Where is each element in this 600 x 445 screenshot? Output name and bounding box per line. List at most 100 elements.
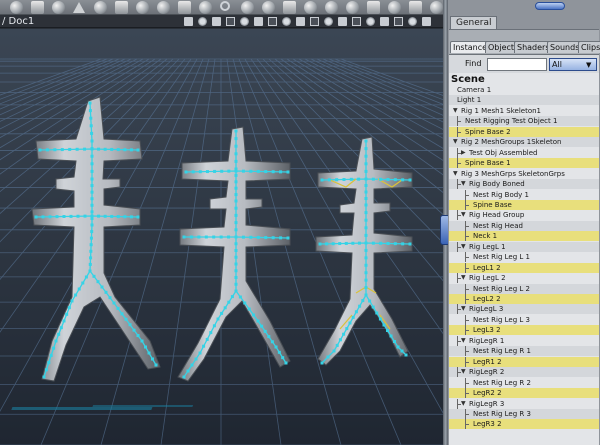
text-icon[interactable] — [136, 1, 149, 14]
tree-row-selected[interactable]: Neck 1 — [449, 231, 599, 242]
view-zoom-icon[interactable] — [310, 17, 319, 26]
tree-row[interactable]: Nest Rig Leg L 1 — [449, 252, 599, 263]
tree-row[interactable]: Nest Rig Leg R 3 — [449, 408, 599, 419]
gear-icon[interactable] — [220, 1, 230, 11]
view-grid-icon[interactable] — [352, 17, 361, 26]
tree-row-selected[interactable]: Spine Base 1 — [449, 158, 599, 169]
sphere-small-icon[interactable] — [262, 1, 275, 14]
skeleton-joint — [38, 148, 42, 152]
torus-icon[interactable] — [199, 1, 212, 14]
tree-row-selected[interactable]: LegR2 2 — [449, 388, 599, 399]
view-shading-icon[interactable] — [338, 17, 347, 26]
tree-row[interactable]: ▼ Rig LegL 1 — [449, 241, 599, 252]
cylinder-icon[interactable] — [178, 1, 191, 14]
view-sphere-icon[interactable] — [240, 17, 249, 26]
view-box-icon[interactable] — [226, 17, 235, 26]
tree-row[interactable]: Light 1 — [449, 95, 599, 106]
tree-row-selected[interactable]: LegR3 2 — [449, 419, 599, 430]
view-camera-icon[interactable] — [184, 17, 193, 26]
skeleton-joint — [205, 170, 209, 174]
expand-toggle-icon[interactable]: ▼ — [453, 169, 458, 179]
tree-row[interactable]: ▼ RigLegR 1 — [449, 335, 599, 346]
tree-row[interactable]: ▼ Rig 2 MeshGroups 1Skeleton — [449, 137, 599, 148]
scene-tree[interactable]: Scene Camera 1 Light 1 ▼ Rig 1 Mesh1 Skelet… — [449, 73, 599, 445]
tree-row-selected[interactable]: LegL2 2 — [449, 294, 599, 304]
view-preview-icon[interactable] — [408, 17, 417, 26]
tree-row[interactable]: ▼ Rig Head Group — [449, 210, 599, 221]
expand-toggle-icon[interactable]: ▼ — [461, 367, 466, 377]
expand-toggle-icon[interactable]: ▼ — [461, 273, 466, 283]
tree-row[interactable]: Nest Rig Leg L 2 — [449, 283, 599, 294]
rig-figure-2[interactable] — [177, 126, 291, 382]
tree-row[interactable]: Camera 1 — [449, 85, 599, 95]
rig-figure-3[interactable] — [315, 136, 413, 366]
expand-toggle-icon[interactable]: ▼ — [461, 210, 466, 220]
dish-icon[interactable] — [304, 1, 317, 14]
view-mode-icon[interactable] — [212, 17, 221, 26]
viewport-canvas[interactable] — [0, 29, 443, 445]
figure-icon[interactable] — [52, 1, 65, 14]
skeleton-joint — [338, 242, 342, 246]
find-input[interactable] — [487, 58, 547, 71]
tree-row-selected[interactable]: Spine Base — [449, 199, 599, 210]
tree-row[interactable]: Nest Rig Leg R 1 — [449, 346, 599, 357]
expand-toggle-icon[interactable]: ▼ — [461, 179, 466, 189]
view-render-icon[interactable] — [366, 17, 375, 26]
goblet-icon[interactable] — [31, 1, 44, 14]
rotate-icon[interactable] — [94, 1, 107, 14]
expand-toggle-icon[interactable]: ▼ — [453, 137, 458, 147]
move-icon[interactable] — [115, 1, 128, 14]
sphere-icon[interactable] — [10, 1, 23, 14]
vase-icon[interactable] — [283, 1, 296, 14]
expand-toggle-icon[interactable]: ▼ — [461, 304, 466, 314]
tree-row[interactable]: ▶ Test Obj Assembled — [449, 147, 599, 158]
tree-row[interactable]: Nest Rig Leg L 3 — [449, 314, 599, 325]
view-pan-icon[interactable] — [296, 17, 305, 26]
view-menu-icon[interactable] — [422, 17, 431, 26]
tree-row-selected[interactable]: Spine Base 2 — [449, 126, 599, 137]
view-light-icon[interactable] — [198, 17, 207, 26]
tree-row[interactable]: ▼ Rig 1 Mesh1 Skeleton1 — [449, 106, 599, 116]
view-light2-icon[interactable] — [324, 17, 333, 26]
tree-row[interactable]: ▼ RigLegL 3 — [449, 304, 599, 315]
box-icon[interactable] — [409, 1, 422, 14]
panel-collapse-button[interactable] — [535, 2, 565, 10]
view-arrow-icon[interactable] — [254, 17, 263, 26]
expand-toggle-icon[interactable]: ▼ — [461, 399, 466, 409]
expand-toggle-icon[interactable]: ▼ — [461, 242, 466, 252]
view-frame-icon[interactable] — [268, 17, 277, 26]
plane-icon[interactable] — [241, 1, 254, 14]
tab-general[interactable]: General — [450, 16, 498, 29]
cube-shaded-icon[interactable] — [430, 1, 443, 14]
view-layout-icon[interactable] — [394, 17, 403, 26]
nodes-icon[interactable] — [367, 1, 380, 14]
tree-row-selected[interactable]: LegL3 2 — [449, 325, 599, 336]
tree-row-selected[interactable]: LegR1 2 — [449, 356, 599, 367]
tree-row[interactable]: Nest Rigging Test Object 1 — [449, 116, 599, 127]
expand-toggle-icon[interactable]: ▼ — [461, 336, 466, 346]
tree-row[interactable]: Nest Rig Head — [449, 220, 599, 231]
skeleton-joint — [205, 337, 209, 341]
3d-viewport[interactable] — [0, 29, 443, 445]
tree-row-selected[interactable]: LegL1 2 — [449, 262, 599, 273]
view-options-icon[interactable] — [380, 17, 389, 26]
tree-row[interactable]: Nest Rig Body 1 — [449, 189, 599, 200]
tree-row[interactable]: ▼ Rig Body Boned — [449, 179, 599, 190]
find-filter-select[interactable]: All ▼ — [549, 58, 597, 71]
expand-toggle-icon[interactable]: ▼ — [453, 106, 458, 116]
grid-icon[interactable] — [388, 1, 401, 14]
collapse-toggle-icon[interactable]: ▶ — [461, 148, 466, 158]
skeleton-joint — [189, 235, 193, 239]
rig-figure-1[interactable] — [31, 96, 161, 382]
wand-icon[interactable] — [325, 1, 338, 14]
tree-row[interactable]: Nest Rig Leg R 2 — [449, 377, 599, 388]
lamp-icon[interactable] — [346, 1, 359, 14]
tab-clips[interactable]: Clips — [578, 41, 600, 53]
tree-row[interactable]: ▼ Rig LegL 2 — [449, 273, 599, 284]
cube-icon[interactable] — [73, 2, 85, 13]
tree-row[interactable]: ▼ RigLegR 2 — [449, 367, 599, 378]
view-orbit-icon[interactable] — [282, 17, 291, 26]
cone-icon[interactable] — [157, 1, 170, 14]
tree-row[interactable]: ▼ RigLegR 3 — [449, 398, 599, 409]
tree-row[interactable]: ▼ Rig 3 MeshGrps SkeletonGrps — [449, 169, 599, 179]
